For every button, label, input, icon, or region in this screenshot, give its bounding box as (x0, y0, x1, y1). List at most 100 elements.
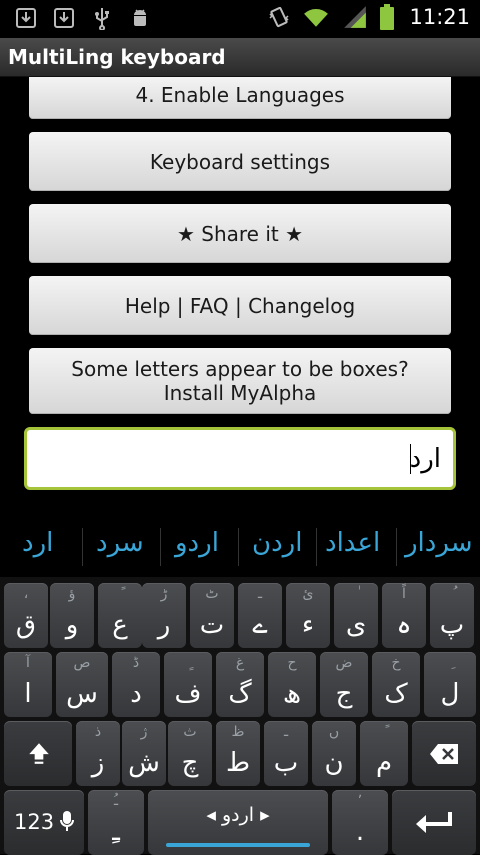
key-alt-char: خ (391, 655, 401, 671)
key-alt-char: ذ (94, 724, 102, 740)
keyboard-settings-label: Keyboard settings (149, 149, 331, 174)
key-char: س (66, 679, 98, 709)
key[interactable]: ثچ (168, 721, 212, 786)
key[interactable]: ًع (98, 583, 142, 648)
key[interactable]: ؤو (50, 583, 94, 648)
key[interactable]: ـے (238, 583, 282, 648)
shift-key[interactable] (4, 721, 72, 786)
key-alt-char: ں (328, 724, 340, 740)
keyboard: ُپ اًہ ٰی ئء ـے ٹت ڑر ًع ؤو ،ق ِل خک ضج … (0, 577, 480, 855)
key-char: گ (228, 679, 252, 709)
space-language-key[interactable]: ◂ اردو ▸ (148, 790, 328, 855)
key[interactable]: ںن (312, 721, 356, 786)
key-alt-char: ـ (283, 724, 289, 740)
android-debug-icon (134, 9, 146, 26)
key-alt-char: ِ (424, 655, 476, 671)
help-faq-changelog-button[interactable]: Help | FAQ | Changelog (29, 276, 451, 335)
key[interactable]: ڑر (142, 583, 186, 648)
signal-icon (344, 6, 367, 28)
key[interactable]: خک (372, 652, 420, 717)
key-char: ج (335, 679, 353, 709)
key-alt-char: غ (235, 655, 245, 671)
period-key[interactable]: ʼ. (332, 790, 388, 855)
enable-languages-button[interactable]: 4. Enable Languages (29, 77, 451, 119)
key-char: ـِ (112, 817, 120, 847)
suggestion-item[interactable]: اردو (175, 528, 219, 558)
suggestion-item[interactable]: سردار (405, 528, 473, 558)
suggestion-item[interactable]: اعداد (325, 528, 380, 558)
title-bar: MultiLing keyboard (0, 38, 480, 77)
download-icon (16, 8, 36, 28)
key-char: ب (273, 748, 299, 778)
key-char: ش (128, 748, 160, 778)
key[interactable]: ظط (216, 721, 260, 786)
key[interactable]: اً ہ (382, 583, 426, 648)
key-char: ت (199, 610, 225, 640)
key[interactable]: آا (4, 652, 52, 717)
key[interactable]: ٍف (164, 652, 212, 717)
key[interactable]: ُپ (430, 583, 474, 648)
key[interactable]: ـب (264, 721, 308, 786)
key-alt-char: ڈ (132, 655, 140, 671)
suggestion-divider (396, 528, 397, 566)
key[interactable]: صس (56, 652, 108, 717)
key-alt-char: ʼ (357, 793, 363, 809)
key-char: د (130, 679, 142, 709)
key-char: چ (181, 748, 199, 778)
space-language-label: ◂ اردو ▸ (206, 804, 270, 826)
install-myalpha-button[interactable]: Some letters appear to be boxes? Install… (29, 348, 451, 414)
suggestion-item[interactable]: سرد (96, 528, 144, 558)
suggestion-divider (82, 528, 83, 566)
key-char: ل (440, 679, 460, 709)
key-alt-char: ح (287, 655, 297, 671)
enter-icon (416, 812, 452, 833)
share-it-button[interactable]: ★ Share it ★ (29, 204, 451, 263)
key[interactable]: ، ق (4, 583, 48, 648)
test-input-field[interactable]: ارد (24, 427, 456, 490)
key-char: ن (324, 748, 344, 778)
keyboard-settings-button[interactable]: Keyboard settings (29, 132, 451, 191)
status-bar: 11:21 (0, 0, 480, 38)
suggestion-divider (160, 528, 161, 566)
key[interactable]: حھ (268, 652, 316, 717)
key-char: ی (345, 610, 367, 640)
key[interactable]: ذز (76, 721, 120, 786)
install-myalpha-label-line1: Some letters appear to be boxes? (71, 357, 409, 381)
key[interactable]: ئء (286, 583, 330, 648)
suggestion-item[interactable]: اردن (252, 528, 302, 558)
key-char: ک (384, 679, 408, 709)
mode-switch-key[interactable]: 123 (4, 790, 84, 855)
help-faq-changelog-label: Help | FAQ | Changelog (124, 293, 356, 318)
key[interactable]: غگ (216, 652, 264, 717)
key[interactable]: ٹت (190, 583, 234, 648)
punctuation-key[interactable]: ـُ ـِ (88, 790, 144, 855)
enter-key[interactable] (392, 790, 476, 855)
key-alt-char: ً (360, 724, 408, 740)
suggestion-item[interactable]: ارد (22, 528, 53, 558)
key[interactable]: ژش (122, 721, 166, 786)
key-char: ز (91, 748, 105, 778)
key-alt-char: ڑ (160, 586, 168, 602)
notification-icons (14, 6, 152, 30)
vibrate-icon (269, 6, 289, 28)
download-icon (54, 8, 74, 28)
key-alt-char: ٰ (334, 586, 378, 602)
key-alt-char: ص (73, 655, 91, 671)
backspace-key[interactable] (412, 721, 476, 786)
key[interactable]: ضج (320, 652, 368, 717)
key[interactable]: ڈد (112, 652, 160, 717)
key-char: ء (301, 610, 315, 640)
suggestion-divider (316, 528, 317, 566)
key-char: ق (15, 610, 37, 640)
enable-languages-label: 4. Enable Languages (135, 83, 345, 107)
key[interactable]: ِل (424, 652, 476, 717)
key-char: ا (24, 679, 32, 709)
key[interactable]: ٰی (334, 583, 378, 648)
key-alt-char: ـ (257, 586, 263, 602)
key[interactable]: ًم (360, 721, 408, 786)
system-icons: 11:21 (267, 4, 470, 30)
key-char: ط (225, 748, 251, 778)
key-char: پ (439, 610, 465, 640)
language-indicator-bar (166, 843, 310, 847)
key-char: ھ (282, 679, 302, 709)
